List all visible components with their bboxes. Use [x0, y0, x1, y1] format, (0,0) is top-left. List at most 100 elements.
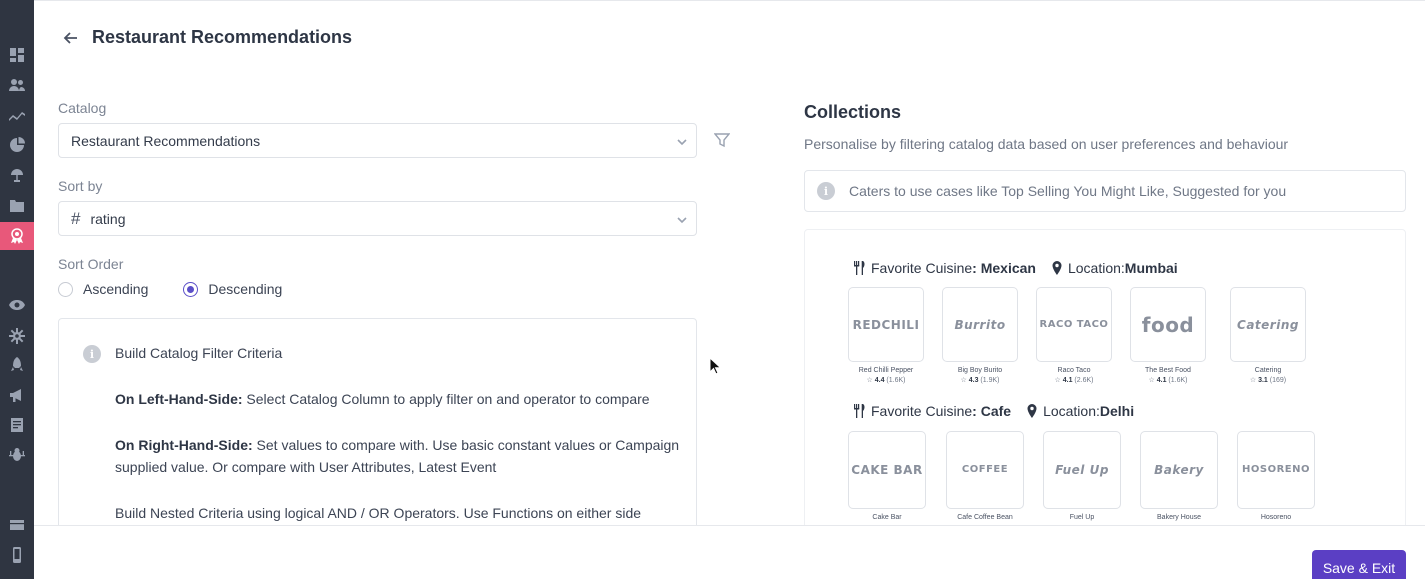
cuisine-label: Favorite Cuisine [871, 403, 973, 419]
radio-descending-label: Descending [208, 281, 283, 297]
analytics-icon[interactable] [0, 103, 34, 129]
settings-gear-icon[interactable] [0, 323, 34, 349]
footer-divider [34, 525, 1425, 526]
chevron-down-icon [676, 213, 688, 225]
location-pin-icon [1050, 260, 1064, 276]
number-type-icon: # [71, 208, 81, 228]
page-title: Restaurant Recommendations [92, 27, 353, 47]
preference-row-2: Favorite Cuisine: Cafe Location: Delhi [853, 403, 1134, 419]
footer-bar [34, 526, 1425, 579]
rocket-icon[interactable] [0, 352, 34, 378]
cuisine-label: Favorite Cuisine [871, 260, 973, 276]
restaurant-logo: food [1130, 287, 1206, 362]
sort-by-value: rating [90, 210, 126, 227]
users-icon[interactable] [0, 72, 34, 98]
restaurant-card[interactable]: RACO TACO Raco Taco ☆ 4.1 (2.6K) [1036, 287, 1112, 384]
reports-icon[interactable] [0, 412, 34, 438]
fork-knife-icon [853, 403, 867, 419]
restaurant-card[interactable]: Catering Catering ☆ 3.1 (169) [1230, 287, 1306, 384]
hint-text: Caters to use cases like Top Selling You… [849, 183, 1287, 199]
mouse-cursor-icon [709, 357, 721, 375]
restaurant-card[interactable]: Burrito Big Boy Burito ☆ 4.3 (1.9K) [942, 287, 1018, 384]
bug-icon[interactable] [0, 442, 34, 468]
restaurant-rating: ☆ 4.3 (1.9K) [960, 377, 1000, 384]
restaurant-card[interactable]: food The Best Food ☆ 4.1 (1.6K) [1130, 287, 1206, 384]
cuisine-value: : Mexican [972, 260, 1036, 276]
eye-icon[interactable] [0, 292, 34, 318]
restaurant-name: Bakery House [1157, 514, 1201, 521]
sidebar [0, 0, 34, 579]
restaurant-rating: ☆ 3.1 (169) [1249, 377, 1287, 384]
lhs-text: Select Catalog Column to apply filter on… [242, 391, 650, 407]
restaurant-card[interactable]: REDCHILI Red Chilli Pepper ☆ 4.4 (1.6K) [848, 287, 924, 384]
collections-hint: Caters to use cases like Top Selling You… [804, 170, 1406, 212]
device-icon[interactable] [0, 542, 34, 568]
restaurant-name: Red Chilli Pepper [858, 367, 914, 374]
segments-icon[interactable] [0, 132, 34, 158]
inbox-icon[interactable] [0, 512, 34, 538]
location-value: Mumbai [1124, 260, 1178, 276]
filter-icon[interactable] [713, 132, 732, 150]
preference-row-1: Favorite Cuisine: Mexican Location: Mumb… [853, 260, 1178, 276]
restaurant-logo: Catering [1230, 287, 1306, 362]
collections-title: Collections [804, 102, 902, 122]
restaurant-logo: Burrito [942, 287, 1018, 362]
info-icon: i [817, 182, 835, 200]
catalog-select[interactable]: Restaurant Recommendations [58, 123, 697, 158]
restaurant-logo: CAKE BAR [848, 431, 926, 509]
restaurant-logo: Fuel Up [1043, 431, 1121, 509]
criteria-title: Build Catalog Filter Criteria [115, 345, 283, 361]
location-pin-icon [1025, 403, 1039, 419]
restaurant-logo: REDCHILI [848, 287, 924, 362]
restaurant-card[interactable]: CAKE BAR Cake Bar [848, 431, 926, 521]
app-root: Restaurant Recommendations Catalog Resta… [0, 0, 1425, 579]
info-icon: i [83, 345, 101, 363]
restaurant-rating: ☆ 4.1 (1.6K) [1148, 377, 1188, 384]
criteria-lhs: On Left-Hand-Side: Select Catalog Column… [115, 388, 685, 410]
location-label: Location: [1067, 260, 1125, 276]
radio-ascending[interactable]: Ascending [58, 281, 148, 297]
criteria-rhs: On Right-Hand-Side: Set values to compar… [115, 434, 685, 478]
top-border [34, 0, 1425, 1]
restaurant-name: Catering [1254, 367, 1282, 374]
restaurant-name: Cake Bar [872, 514, 902, 521]
criteria-nested: Build Nested Criteria using logical AND … [115, 505, 642, 521]
back-arrow-icon[interactable] [60, 27, 82, 49]
catalog-label: Catalog [58, 100, 107, 116]
restaurant-name: Cafe Coffee Bean [957, 514, 1013, 521]
restaurant-card[interactable]: COFFEE Cafe Coffee Bean [946, 431, 1024, 521]
radio-button-checked[interactable] [183, 281, 199, 297]
save-exit-button[interactable]: Save & Exit [1312, 550, 1406, 579]
lhs-label: On Left-Hand-Side: [115, 391, 243, 407]
rhs-label: On Right-Hand-Side: [115, 437, 253, 453]
radio-button[interactable] [58, 281, 73, 297]
campaigns-icon[interactable] [0, 163, 34, 189]
recommendations-icon[interactable] [0, 222, 34, 250]
restaurant-card[interactable]: Bakery Bakery House [1140, 431, 1218, 521]
sort-order-radio-group: Ascending Descending [58, 281, 282, 297]
restaurant-name: Hosoreno [1260, 514, 1292, 521]
location-label: Location: [1043, 403, 1100, 419]
restaurant-rating: ☆ 4.4 (1.6K) [866, 377, 906, 384]
sort-order-label: Sort Order [58, 256, 124, 272]
megaphone-icon[interactable] [0, 382, 34, 408]
location-value: Delhi [1099, 403, 1135, 419]
restaurant-name: The Best Food [1145, 367, 1191, 374]
restaurant-name: Big Boy Burito [957, 367, 1003, 374]
collection-preview: Favorite Cuisine: Mexican Location: Mumb… [804, 229, 1406, 559]
restaurant-logo: HOSORENO [1237, 431, 1315, 509]
chevron-down-icon [676, 135, 688, 147]
sort-by-label: Sort by [58, 178, 103, 194]
catalog-icon[interactable] [0, 193, 34, 219]
restaurant-card[interactable]: HOSORENO Hosoreno [1237, 431, 1315, 521]
restaurant-name: Raco Taco [1057, 367, 1091, 374]
sort-by-select[interactable]: # rating [58, 201, 697, 236]
dashboard-icon[interactable] [0, 42, 34, 68]
restaurant-card[interactable]: Fuel Up Fuel Up [1043, 431, 1121, 521]
restaurant-rating: ☆ 4.1 (2.6K) [1054, 377, 1094, 384]
fork-knife-icon [853, 260, 867, 276]
radio-descending[interactable]: Descending [183, 281, 282, 297]
radio-ascending-label: Ascending [83, 281, 149, 297]
restaurant-name: Fuel Up [1069, 514, 1095, 521]
restaurant-logo: COFFEE [946, 431, 1024, 509]
